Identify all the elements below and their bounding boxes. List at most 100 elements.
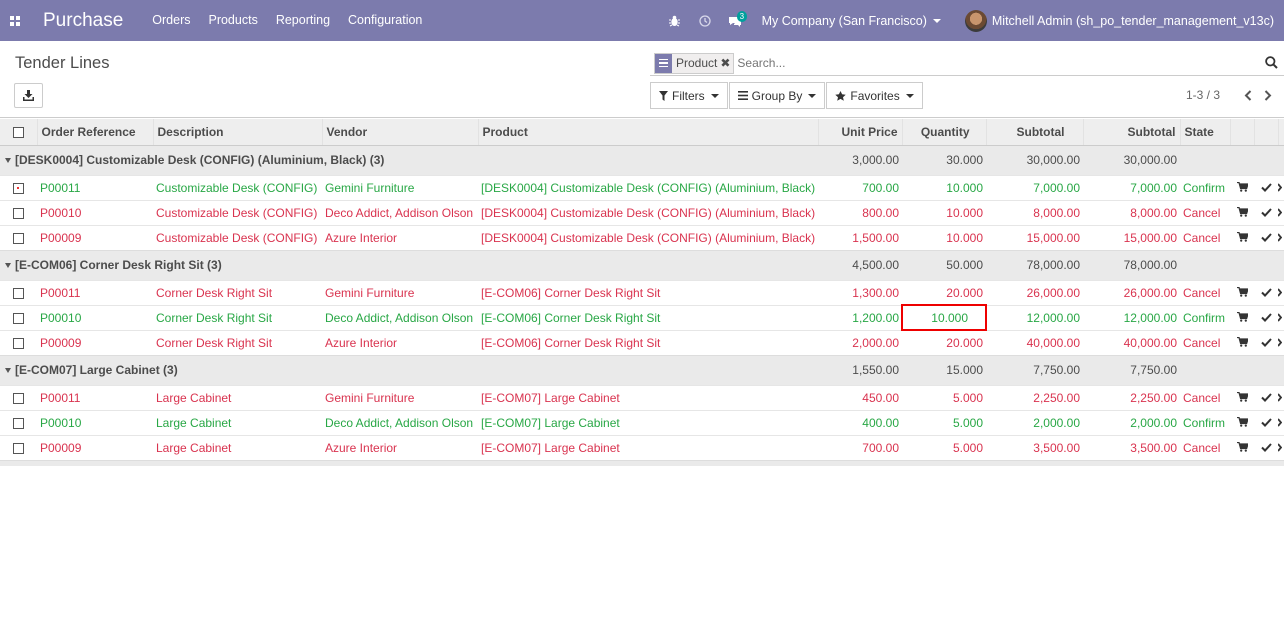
col-description[interactable]: Description [153, 119, 323, 146]
cell-subtotal-2[interactable]: 12,000.00 [1083, 304, 1180, 330]
cell-product[interactable]: [E-COM06] Corner Desk Right Sit [478, 304, 818, 330]
cell-subtotal[interactable]: 15,000.00 [986, 224, 1083, 250]
row-select-cell[interactable] [0, 434, 37, 460]
col-order-reference[interactable]: Order Reference [37, 119, 154, 146]
cell-order-reference[interactable]: P00009 [37, 434, 153, 460]
cell-description[interactable]: Corner Desk Right Sit [153, 329, 322, 355]
pager-previous-chevron-left-icon[interactable] [1242, 89, 1254, 101]
cell-vendor[interactable]: Gemini Furniture [322, 279, 478, 305]
cell-quantity[interactable]: 20.000 [902, 279, 986, 305]
cancel-icon[interactable] [1278, 199, 1284, 225]
cell-unit-price[interactable]: 800.00 [818, 199, 902, 225]
cell-order-reference[interactable]: P00009 [37, 224, 153, 250]
cell-state[interactable]: Cancel [1180, 199, 1230, 225]
confirm-check-icon[interactable] [1254, 304, 1278, 330]
confirm-check-icon[interactable] [1254, 434, 1278, 460]
cell-subtotal[interactable]: 8,000.00 [986, 199, 1083, 225]
create-po-cart-icon[interactable] [1230, 434, 1254, 460]
search-input[interactable] [737, 56, 1238, 70]
cell-subtotal[interactable]: 12,000.00 [986, 304, 1083, 330]
cell-quantity[interactable]: 5.000 [902, 434, 986, 460]
confirm-check-icon[interactable] [1254, 409, 1278, 435]
search-icon[interactable] [1265, 56, 1278, 72]
cell-description[interactable]: Large Cabinet [153, 434, 322, 460]
cell-subtotal-2[interactable]: 3,500.00 [1083, 434, 1180, 460]
cell-state[interactable]: Cancel [1180, 434, 1230, 460]
cancel-icon[interactable] [1278, 384, 1284, 410]
group-row[interactable]: [E-COM07] Large Cabinet (3) 1,550.00 15.… [0, 354, 1284, 385]
confirm-check-icon[interactable] [1254, 384, 1278, 410]
create-po-cart-icon[interactable] [1230, 199, 1254, 225]
row-select-cell[interactable] [0, 409, 37, 435]
cell-unit-price[interactable]: 2,000.00 [818, 329, 902, 355]
groupby-button[interactable]: Group By [728, 82, 826, 109]
cell-vendor[interactable]: Deco Addict, Addison Olson [322, 304, 478, 330]
cell-unit-price[interactable]: 1,500.00 [818, 224, 902, 250]
menu-orders[interactable]: Orders [143, 0, 199, 41]
row-select-cell[interactable] [0, 304, 37, 330]
favorites-button[interactable]: Favorites [826, 82, 923, 109]
menu-reporting[interactable]: Reporting [267, 0, 339, 41]
cell-product[interactable]: [DESK0004] Customizable Desk (CONFIG) (A… [478, 224, 818, 250]
cancel-icon[interactable] [1278, 304, 1284, 330]
col-product[interactable]: Product [478, 119, 819, 146]
row-select-cell[interactable] [0, 174, 37, 200]
debug-bug-icon[interactable] [660, 0, 690, 41]
cell-quantity[interactable]: 10.000 [902, 174, 986, 200]
confirm-check-icon[interactable] [1254, 174, 1278, 200]
cell-state[interactable]: Cancel [1180, 224, 1230, 250]
cell-subtotal-2[interactable]: 40,000.00 [1083, 329, 1180, 355]
cell-vendor[interactable]: Azure Interior [322, 434, 478, 460]
col-state[interactable]: State [1180, 119, 1231, 146]
cancel-icon[interactable] [1278, 409, 1284, 435]
export-download-button[interactable] [14, 83, 43, 108]
cell-quantity[interactable]: 10.000 [901, 304, 987, 331]
col-vendor[interactable]: Vendor [322, 119, 479, 146]
cell-product[interactable]: [E-COM06] Corner Desk Right Sit [478, 279, 818, 305]
cell-state[interactable]: Cancel [1180, 384, 1230, 410]
table-row[interactable]: P00009 Customizable Desk (CONFIG) Azure … [0, 224, 1284, 250]
row-checkbox[interactable] [13, 392, 24, 404]
activity-clock-icon[interactable] [690, 0, 720, 41]
cell-description[interactable]: Customizable Desk (CONFIG) [153, 174, 322, 200]
create-po-cart-icon[interactable] [1230, 304, 1254, 330]
cell-product[interactable]: [E-COM06] Corner Desk Right Sit [478, 329, 818, 355]
create-po-cart-icon[interactable] [1230, 384, 1254, 410]
col-subtotal-2[interactable]: Subtotal [1083, 119, 1181, 146]
cancel-icon[interactable] [1278, 279, 1284, 305]
group-row[interactable]: [E-COM06] Corner Desk Right Sit (3) 4,50… [0, 249, 1284, 280]
cell-vendor[interactable]: Deco Addict, Addison Olson [322, 199, 478, 225]
pager-value[interactable]: 1-3 / 3 [1186, 88, 1220, 102]
cell-product[interactable]: [DESK0004] Customizable Desk (CONFIG) (A… [478, 174, 818, 200]
row-select-cell[interactable] [0, 199, 37, 225]
col-quantity[interactable]: Quantity [902, 119, 987, 146]
cancel-icon[interactable] [1278, 174, 1284, 200]
confirm-check-icon[interactable] [1254, 329, 1278, 355]
confirm-check-icon[interactable] [1254, 224, 1278, 250]
group-label-cell[interactable]: [E-COM06] Corner Desk Right Sit (3) [0, 249, 818, 280]
cell-unit-price[interactable]: 450.00 [818, 384, 902, 410]
cell-quantity[interactable]: 10.000 [902, 199, 986, 225]
cancel-icon[interactable] [1278, 434, 1284, 460]
cell-description[interactable]: Corner Desk Right Sit [153, 279, 322, 305]
create-po-cart-icon[interactable] [1230, 409, 1254, 435]
cell-vendor[interactable]: Azure Interior [322, 329, 478, 355]
cell-subtotal[interactable]: 26,000.00 [986, 279, 1083, 305]
cell-description[interactable]: Customizable Desk (CONFIG) [153, 224, 322, 250]
cell-subtotal[interactable]: 2,000.00 [986, 409, 1083, 435]
cancel-icon[interactable] [1278, 329, 1284, 355]
table-row[interactable]: P00010 Customizable Desk (CONFIG) Deco A… [0, 199, 1284, 225]
cell-description[interactable]: Large Cabinet [153, 384, 322, 410]
menu-configuration[interactable]: Configuration [339, 0, 431, 41]
table-row[interactable]: P00010 Large Cabinet Deco Addict, Addiso… [0, 409, 1284, 435]
create-po-cart-icon[interactable] [1230, 279, 1254, 305]
pager-next-chevron-right-icon[interactable] [1262, 89, 1274, 101]
select-all-checkbox[interactable] [13, 127, 24, 139]
cell-order-reference[interactable]: P00009 [37, 329, 153, 355]
facet-remove-icon[interactable]: ✖ [720, 56, 733, 70]
create-po-cart-icon[interactable] [1230, 224, 1254, 250]
cell-order-reference[interactable]: P00010 [37, 199, 153, 225]
cell-subtotal-2[interactable]: 26,000.00 [1083, 279, 1180, 305]
row-select-cell[interactable] [0, 279, 37, 305]
cell-quantity[interactable]: 5.000 [902, 384, 986, 410]
